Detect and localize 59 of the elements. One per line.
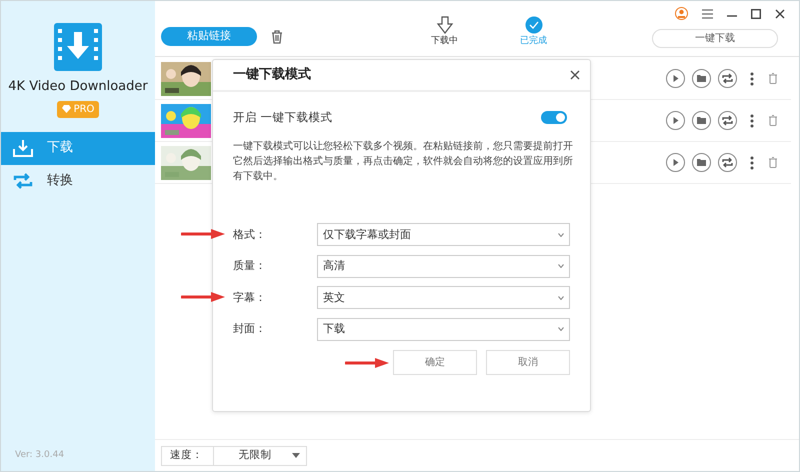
chevron-icon bbox=[558, 232, 564, 237]
trash-icon[interactable] bbox=[769, 115, 777, 126]
chevron-icon bbox=[558, 327, 564, 332]
menu-icon[interactable] bbox=[702, 8, 713, 18]
smart-mode-button[interactable]: 一键下载 bbox=[652, 29, 778, 48]
select-value: 仅下载字幕或封面 bbox=[323, 226, 411, 242]
more-icon[interactable] bbox=[750, 156, 754, 170]
more-icon[interactable] bbox=[750, 114, 754, 128]
select-field[interactable]: 下载 bbox=[317, 318, 570, 341]
diamond-icon bbox=[62, 105, 71, 113]
folder-icon[interactable] bbox=[692, 153, 711, 172]
select-field[interactable]: 仅下载字幕或封面 bbox=[317, 223, 570, 246]
check-circle-icon bbox=[524, 16, 542, 34]
field-label: 格式： bbox=[233, 226, 267, 242]
app-name: 4K Video Downloader bbox=[7, 78, 149, 96]
sync-icon bbox=[13, 172, 33, 190]
select-field[interactable]: 英文 bbox=[317, 286, 570, 310]
speed-label: 速度： bbox=[162, 446, 214, 464]
sidebar-item[interactable]: 转换 bbox=[1, 164, 155, 198]
play-icon[interactable] bbox=[666, 153, 685, 172]
download-icon bbox=[13, 139, 33, 157]
dialog-button[interactable]: 取消 bbox=[486, 350, 570, 375]
toggle-label: 开启 一键下载模式 bbox=[233, 109, 333, 126]
convert-icon[interactable] bbox=[718, 153, 737, 172]
description-text: 一键下载模式可以让您轻松下载多个视频。在粘贴链接前，您只需要提前打开它然后选择输出格式与质量，再点击确定，软件就会自动将您的设置应用到所有下载中。 bbox=[233, 140, 574, 184]
convert-icon[interactable] bbox=[718, 69, 737, 88]
more-icon[interactable] bbox=[750, 72, 754, 86]
trash-icon[interactable] bbox=[769, 157, 777, 168]
speed-value: 无限制 bbox=[238, 448, 272, 463]
select-field[interactable]: 高清 bbox=[317, 254, 570, 278]
pro-badge: PRO bbox=[56, 100, 100, 118]
convert-icon[interactable] bbox=[718, 111, 737, 130]
trash-icon[interactable] bbox=[769, 73, 777, 84]
select-value: 下载 bbox=[323, 321, 345, 337]
caret-icon bbox=[292, 453, 300, 458]
download-arrow-icon bbox=[436, 16, 454, 34]
close-icon[interactable] bbox=[570, 70, 580, 80]
trash-icon[interactable] bbox=[271, 30, 283, 44]
dialog-title: 一键下载模式 bbox=[233, 66, 311, 84]
user-icon[interactable] bbox=[675, 7, 688, 20]
chevron-icon bbox=[558, 264, 564, 268]
close-icon[interactable] bbox=[775, 8, 785, 18]
select-value: 英文 bbox=[323, 290, 345, 306]
app-logo-icon bbox=[54, 23, 102, 71]
field-label: 质量： bbox=[233, 258, 267, 274]
dialog-button[interactable]: 确定 bbox=[393, 350, 477, 375]
folder-icon[interactable] bbox=[692, 69, 711, 88]
field-label: 字幕： bbox=[233, 290, 267, 306]
play-icon[interactable] bbox=[666, 69, 685, 88]
tab[interactable]: 下载中 bbox=[431, 16, 458, 49]
folder-icon[interactable] bbox=[692, 111, 711, 130]
select-value: 高清 bbox=[323, 258, 345, 274]
speed-select[interactable]: 速度： 无限制 bbox=[161, 446, 307, 466]
field-label: 封面： bbox=[233, 321, 267, 337]
play-icon[interactable] bbox=[666, 111, 685, 130]
chevron-icon bbox=[558, 296, 564, 300]
version-text: Ver: 3.0.44 bbox=[14, 448, 66, 462]
toggle-switch[interactable] bbox=[541, 111, 567, 124]
maximize-icon[interactable] bbox=[751, 8, 761, 18]
